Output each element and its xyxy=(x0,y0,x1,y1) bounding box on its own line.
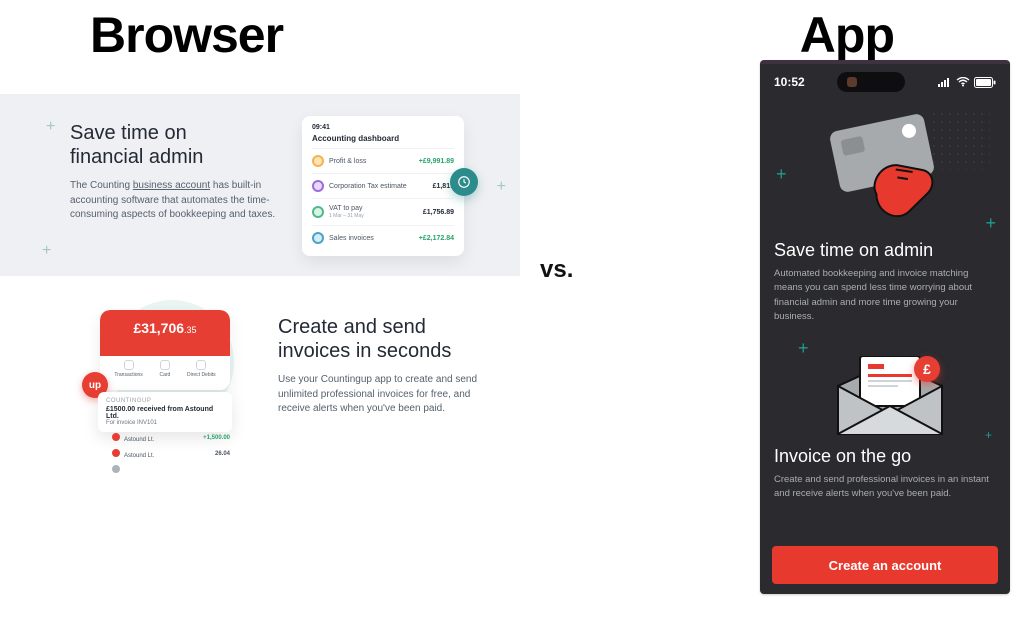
app-screenshot: 10:52 + + xyxy=(760,60,1010,594)
profit-loss-icon xyxy=(312,155,324,167)
list-item xyxy=(106,462,236,478)
dashboard-row-value: +£9,991.89 xyxy=(419,158,454,165)
status-bar: 10:52 xyxy=(760,64,1010,96)
dashboard-row-value: £1,756.89 xyxy=(423,209,454,216)
phone-mock: £31,706.35 Transactions Card Direct Debi… xyxy=(100,310,230,390)
dot-icon xyxy=(112,449,120,457)
dot-icon xyxy=(112,465,120,473)
tab-item: Card xyxy=(159,360,170,378)
battery-icon xyxy=(974,77,996,88)
list-item-value: 26.04 xyxy=(215,451,230,457)
plus-decorator-icon: + xyxy=(776,164,787,185)
plus-decorator-icon: + xyxy=(497,178,506,196)
toast-title: £1500.00 received from Astound Ltd. xyxy=(106,406,224,420)
app-section-body: Create and send professional invoices in… xyxy=(774,473,996,502)
app-section-admin: + + Save time on admin Automated bookkee… xyxy=(774,104,996,324)
plus-decorator-icon: + xyxy=(798,338,809,359)
list-item-value: +1,500.00 xyxy=(203,435,230,441)
transaction-list: Astound Lt. +1,500.00 Astound Lt. 26.04 xyxy=(106,430,236,478)
wifi-icon xyxy=(956,77,970,87)
browser-column: + + + Save time on financial admin The C… xyxy=(0,94,520,495)
dynamic-island xyxy=(837,72,905,92)
app-section-body: Automated bookkeeping and invoice matchi… xyxy=(774,267,996,324)
hand-icon xyxy=(864,149,948,227)
feature-body: Use your Countingup app to create and se… xyxy=(278,373,488,417)
card-hand-illustration: + + xyxy=(774,104,996,234)
plus-decorator-icon: + xyxy=(985,428,992,442)
toast-app-name: COUNTINGUP xyxy=(106,398,224,404)
app-section-title: Save time on admin xyxy=(774,240,996,261)
balance-amount: £31,706 xyxy=(133,320,184,336)
create-account-button[interactable]: Create an account xyxy=(772,546,998,584)
dashboard-time: 09:41 xyxy=(312,124,454,131)
dot-icon xyxy=(112,433,120,441)
feature-body: The Counting business account has built-… xyxy=(70,179,280,223)
dashboard-row: Profit & loss +£9,991.89 xyxy=(312,148,454,173)
vs-label: vs. xyxy=(540,256,573,284)
business-account-link[interactable]: business account xyxy=(133,180,210,191)
feature-title: Save time on financial admin xyxy=(70,122,280,169)
accounting-dashboard-card: 09:41 Accounting dashboard Profit & loss… xyxy=(302,116,464,256)
tab-item: Direct Debits xyxy=(187,360,216,378)
list-item: Astound Lt. +1,500.00 xyxy=(106,430,236,446)
dashboard-row-label: Sales invoices xyxy=(329,235,419,242)
app-section-title: Invoice on the go xyxy=(774,446,996,467)
tab-item: Transactions xyxy=(114,360,142,378)
dots-decorator xyxy=(930,110,990,170)
envelope-illustration: + + £ xyxy=(774,338,996,446)
heading-app: App xyxy=(800,6,894,64)
status-icons xyxy=(938,77,996,88)
toast-subtitle: For invoice INV101 xyxy=(106,420,224,426)
status-time: 10:52 xyxy=(774,75,805,89)
dashboard-row-label: Profit & loss xyxy=(329,158,419,165)
dashboard-row-label: VAT to pay 1 Mar – 31 May xyxy=(329,205,423,219)
browser-feature-invoices: £31,706.35 Transactions Card Direct Debi… xyxy=(0,276,520,495)
plus-decorator-icon: + xyxy=(985,213,996,234)
dashboard-title: Accounting dashboard xyxy=(312,134,454,143)
dashboard-row: Corporation Tax estimate £1,819 xyxy=(312,173,454,198)
browser-feature-save-time: + + + Save time on financial admin The C… xyxy=(0,94,520,276)
dashboard-row: VAT to pay 1 Mar – 31 May £1,756.89 xyxy=(312,198,454,225)
corp-tax-icon xyxy=(312,180,324,192)
payment-toast: COUNTINGUP £1500.00 received from Astoun… xyxy=(98,392,232,432)
sales-invoice-icon xyxy=(312,232,324,244)
feature-body-text: The Counting xyxy=(70,180,133,191)
heading-browser: Browser xyxy=(90,6,283,64)
vat-icon xyxy=(312,206,324,218)
dashboard-row-value: +£2,172.84 xyxy=(419,235,454,242)
feature-title: Create and send invoices in seconds xyxy=(278,316,488,363)
signal-icon xyxy=(938,77,952,87)
account-tabs: Transactions Card Direct Debits xyxy=(100,356,230,378)
dashboard-row-label: Corporation Tax estimate xyxy=(329,183,433,190)
invoice-mockup: £31,706.35 Transactions Card Direct Debi… xyxy=(70,310,248,495)
balance-cents: .35 xyxy=(184,325,197,335)
gbp-badge-icon: £ xyxy=(914,356,940,382)
plus-decorator-icon: + xyxy=(42,242,51,260)
balance-header: £31,706.35 xyxy=(100,310,230,356)
clock-icon xyxy=(450,168,478,196)
plus-decorator-icon: + xyxy=(46,118,55,136)
app-section-invoice: + + £ Invoice on the go Creat xyxy=(774,338,996,502)
dashboard-row: Sales invoices +£2,172.84 xyxy=(312,225,454,250)
list-item: Astound Lt. 26.04 xyxy=(106,446,236,462)
